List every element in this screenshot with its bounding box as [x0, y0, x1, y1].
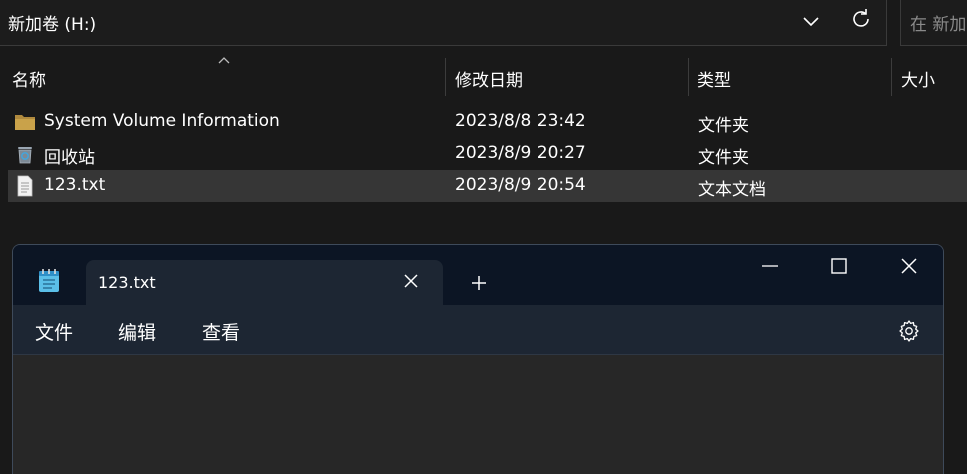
column-header-name-label: 名称	[12, 71, 46, 91]
column-header-date[interactable]: 修改日期	[446, 58, 688, 96]
file-date: 2023/8/9 20:27	[455, 143, 586, 163]
minimize-icon[interactable]	[761, 257, 779, 275]
close-window-icon[interactable]	[899, 256, 919, 276]
notepad-window: 123.txt 文件 编辑 查看	[12, 244, 944, 474]
address-bar[interactable]: 新加卷 (H:)	[0, 0, 887, 46]
column-header-size[interactable]: 大小	[892, 58, 967, 96]
file-name: 回收站	[44, 148, 95, 168]
file-type: 文件夹	[698, 148, 749, 168]
notepad-menubar: 文件 编辑 查看	[13, 305, 943, 355]
tab-title: 123.txt	[98, 273, 156, 292]
search-placeholder: 在 新加	[910, 15, 967, 35]
file-date: 2023/8/9 20:54	[455, 175, 586, 195]
column-header-name[interactable]: 名称	[0, 58, 445, 96]
close-tab-icon[interactable]	[402, 272, 420, 290]
settings-gear-icon[interactable]	[897, 319, 921, 343]
search-box[interactable]: 在 新加	[900, 0, 967, 46]
notepad-titlebar[interactable]: 123.txt	[13, 245, 943, 305]
column-header-type-label: 类型	[697, 71, 731, 91]
column-header-size-label: 大小	[901, 71, 935, 91]
file-row[interactable]: System Volume Information 2023/8/8 23:42…	[8, 106, 967, 138]
tab-123-txt[interactable]: 123.txt	[86, 260, 443, 305]
column-header-type[interactable]: 类型	[689, 58, 891, 96]
recycle-bin-icon	[18, 147, 32, 164]
file-type: 文本文档	[698, 180, 766, 200]
menu-edit[interactable]: 编辑	[118, 318, 156, 345]
chevron-down-icon[interactable]	[800, 10, 822, 32]
notepad-text-area[interactable]	[13, 356, 943, 474]
file-row-selected[interactable]: 123.txt 2023/8/9 20:54 文本文档	[8, 170, 967, 202]
menu-file[interactable]: 文件	[35, 318, 73, 345]
file-name: System Volume Information	[44, 111, 280, 131]
folder-icon	[15, 115, 35, 130]
maximize-icon[interactable]	[830, 257, 848, 275]
file-row[interactable]: 回收站 2023/8/9 20:27 文件夹	[8, 138, 967, 170]
menu-view[interactable]: 查看	[202, 318, 240, 345]
refresh-icon[interactable]	[848, 6, 874, 32]
new-tab-icon[interactable]	[470, 274, 488, 292]
column-header-date-label: 修改日期	[455, 71, 523, 91]
text-file-icon	[17, 175, 33, 197]
file-name: 123.txt	[44, 175, 106, 195]
address-path[interactable]: 新加卷 (H:)	[8, 10, 96, 35]
notepad-app-icon	[39, 269, 59, 292]
file-date: 2023/8/8 23:42	[455, 111, 586, 131]
file-type: 文件夹	[698, 116, 749, 136]
